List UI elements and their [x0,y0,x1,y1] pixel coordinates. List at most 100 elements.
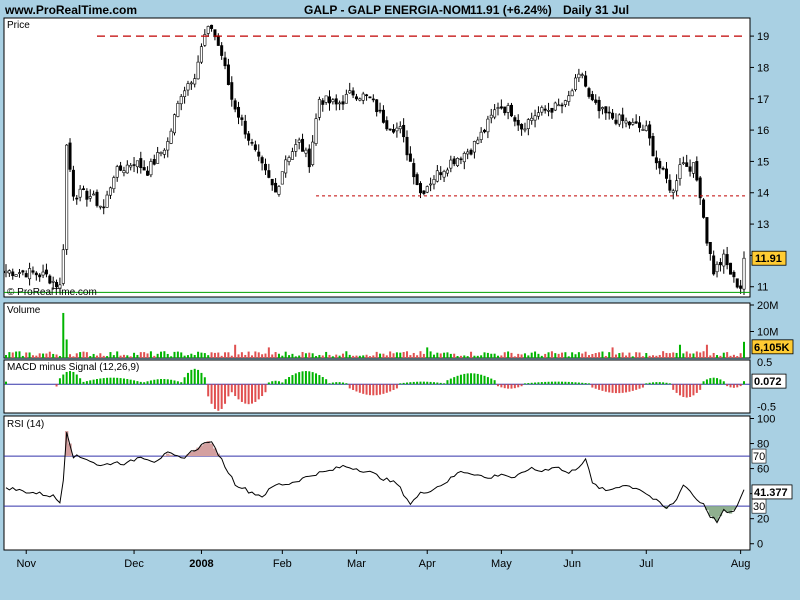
volume-bar [186,355,189,358]
credit-label: © ProRealTime.com [7,287,97,298]
candle-body [156,152,160,164]
macd-bar [645,383,648,385]
macd-bar [224,384,227,404]
volume-bar [284,351,287,358]
rsi-panel-label: RSI (14) [7,419,44,430]
volume-bar [577,352,580,358]
volume-bar [614,354,617,358]
candle-body [520,123,524,130]
macd-bar [267,382,270,385]
volume-bar [281,355,284,358]
volume-bar [15,351,18,358]
volume-bar [75,353,78,358]
volume-bar [480,355,483,358]
macd-bar [328,383,331,385]
volume-bar [490,353,493,358]
candle-body [361,93,365,101]
candle-body [139,158,143,169]
candle-body [425,186,429,193]
candle-body [402,124,406,138]
macd-bar [574,382,577,385]
macd-bar [463,373,466,385]
volume-bar [92,353,95,358]
rsi-level-label: 70 [753,451,765,463]
macd-bar [338,382,341,385]
candle-body [85,190,89,200]
volume-bar [207,355,210,358]
macd-bar [261,384,264,397]
volume-bar [567,356,570,358]
candle-body [412,163,416,178]
volume-bar [139,352,142,358]
volume-bar [106,356,109,358]
macd-bar [668,383,671,385]
candle-body [439,172,443,176]
candle-body [442,171,446,178]
candle-body [513,117,517,122]
volume-bar [550,351,553,358]
volume-bar [21,355,24,358]
macd-bar [257,384,260,400]
macd-bar [743,381,745,385]
x-axis-label: Mar [347,558,366,570]
candle-body [371,98,375,101]
volume-bar [557,353,560,358]
candle-body [648,124,652,139]
volume-bar [203,353,206,358]
macd-bar [210,384,213,404]
volume-bar [345,351,348,358]
candle-body [125,164,129,174]
macd-bar [112,377,115,385]
macd-bar [705,379,708,385]
macd-bar [692,384,695,396]
volume-bar [692,353,695,358]
macd-bar [277,381,280,385]
candle-body [553,102,557,111]
macd-bar [170,379,173,385]
candle-body [429,183,433,186]
macd-bar [716,378,719,385]
macd-bar [102,378,105,385]
candle-body [395,127,399,132]
macd-bar [581,382,584,385]
candle-body [186,83,190,91]
volume-bar [466,356,469,358]
volume-bar [645,353,648,358]
macd-bar [335,382,338,385]
candle-body [718,262,722,266]
macd-bar [459,374,462,385]
volume-bar [338,355,341,358]
candle-body [388,128,392,131]
volume-bar [523,353,526,358]
stock-chart[interactable]: 11121314151617181911.91Price© ProRealTim… [0,0,800,600]
candle-body [698,177,702,199]
macd-bar [571,382,574,385]
volume-bar [722,352,725,358]
candle-body [277,186,281,195]
volume-bar [652,355,655,358]
candle-body [408,153,412,162]
macd-bar [352,384,355,390]
volume-bar [210,352,213,358]
candle-body [739,285,743,289]
volume-bar [95,355,98,358]
volume-bar [143,352,146,358]
macd-bar [729,384,732,388]
macd-bar [143,382,146,385]
volume-bar [18,351,21,358]
macd-bar [197,369,200,385]
macd-bar [69,371,72,385]
candle-body [486,118,490,133]
volume-bar [463,355,466,358]
volume-bar [160,351,163,358]
candle-body [17,272,21,274]
candle-body [651,136,655,157]
macd-bar [449,378,452,385]
candle-body [61,249,65,284]
candle-body [348,90,352,94]
volume-bar [658,354,661,358]
volume-bar [355,355,358,358]
volume-bar [743,341,745,358]
candle-body [44,269,48,275]
volume-panel [3,302,751,359]
